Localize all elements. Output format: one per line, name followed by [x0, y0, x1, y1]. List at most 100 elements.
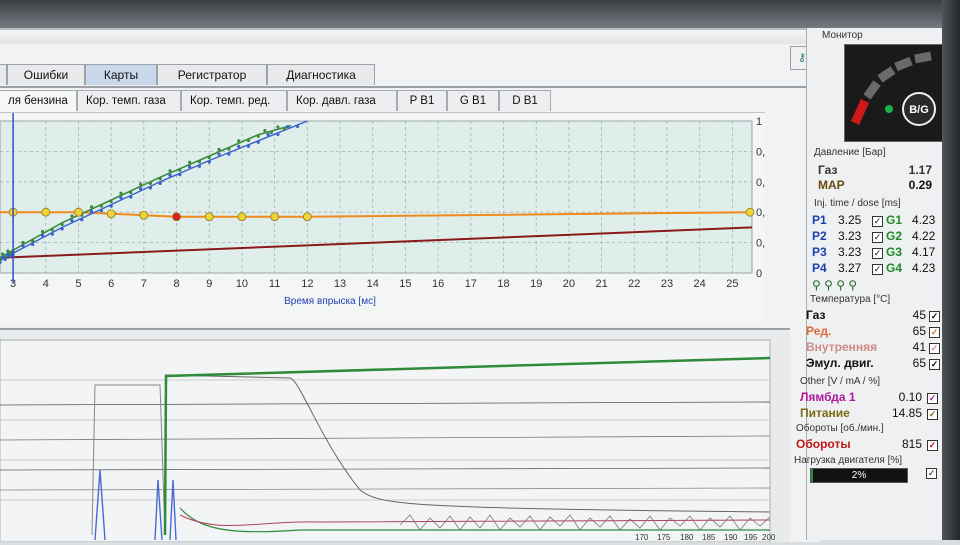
data-point: [31, 239, 35, 243]
inj-p1-label: P1: [812, 213, 827, 227]
y-tick-label: 0,6: [756, 177, 765, 189]
data-point: [109, 199, 113, 204]
tabs-divider: [0, 86, 820, 88]
data-point: [1, 255, 5, 259]
temp-internal-row: Внутренняя 41 ✓: [806, 340, 940, 356]
osc-tick-175: 175: [657, 533, 671, 542]
data-point: [197, 160, 202, 164]
inj-g3-label: G3: [886, 245, 903, 259]
data-point: [237, 139, 241, 143]
rpm-checkbox[interactable]: ✓: [927, 440, 938, 451]
load-checkbox[interactable]: ✓: [926, 468, 937, 479]
tab-diagnostics[interactable]: Диагностика: [267, 64, 375, 85]
data-point: [266, 132, 270, 137]
subtab-petrol[interactable]: ля бензина: [0, 90, 77, 111]
data-point: [119, 191, 123, 195]
data-point: [246, 138, 251, 143]
subtab-gas-press-corr[interactable]: Кор. давл. газа: [287, 90, 397, 111]
data-point: [31, 242, 35, 247]
data-point: [148, 181, 152, 185]
map-chart[interactable]: 3 4 5 6 7 8 9 10 11 12 13 14 15 16 17 18 19 20 21 22 23 24 250…: [0, 81, 794, 323]
osc-tick-170: 170: [635, 533, 649, 542]
x-tick-label: 11: [269, 278, 280, 290]
x-tick-label: 23: [661, 278, 673, 290]
subtab-reducer-temp-corr[interactable]: Кор. темп. ред.: [181, 90, 287, 111]
data-point: [168, 169, 172, 173]
inj-p3-label: P3: [812, 245, 827, 259]
osc-tick-200: 200: [762, 533, 776, 542]
inj-p3-value: 3.23: [838, 245, 862, 259]
inj-p3-checkbox[interactable]: ✓: [872, 248, 883, 259]
temp-reducer-checkbox[interactable]: ✓: [929, 327, 940, 338]
osc-tick-180: 180: [680, 533, 694, 542]
inj-p2-checkbox[interactable]: ✓: [872, 232, 883, 243]
supply-checkbox[interactable]: ✓: [927, 409, 938, 420]
data-point: [269, 130, 273, 135]
data-point: [50, 232, 54, 236]
data-point: [197, 164, 202, 168]
data-point: [70, 218, 74, 223]
y-tick-label: 1: [756, 116, 762, 128]
map-point: [74, 207, 83, 217]
data-point: [227, 147, 231, 151]
tab-recorder[interactable]: Регистратор: [157, 64, 267, 85]
data-point: [50, 228, 54, 232]
data-point: [188, 165, 192, 169]
map-point: [172, 212, 181, 222]
inj-p1-checkbox[interactable]: ✓: [872, 216, 883, 227]
tab-maps[interactable]: Карты: [85, 64, 157, 85]
rpm-label: Обороты: [796, 437, 851, 451]
temp-gas-checkbox[interactable]: ✓: [929, 311, 940, 322]
data-point: [99, 204, 103, 208]
subtab-gas-temp-corr[interactable]: Кор. темп. газа: [77, 90, 181, 111]
inj-g1-label: G1: [886, 213, 903, 227]
data-point: [168, 173, 172, 177]
data-point: [286, 125, 290, 129]
injector-icons: ⚲ ⚲ ⚲ ⚲: [812, 278, 857, 292]
title-bar: [0, 30, 820, 44]
data-point: [21, 244, 25, 248]
subtab-g-b1[interactable]: G B1: [447, 90, 499, 111]
data-point: [99, 209, 103, 213]
temp-gas-label: Газ: [806, 308, 826, 322]
map-point: [139, 210, 149, 220]
lambda-value: 0.10: [898, 390, 922, 404]
temp-engine-emul-checkbox[interactable]: ✓: [929, 359, 940, 370]
data-point: [207, 155, 211, 160]
oscilloscope-plot[interactable]: 170 175 180 185 190 195 200: [0, 330, 790, 543]
data-point: [217, 152, 221, 156]
data-point: [129, 195, 133, 199]
subtab-d-b1[interactable]: D B1: [499, 90, 551, 111]
temp-internal-checkbox[interactable]: ✓: [929, 343, 940, 354]
supply-value: 14.85: [891, 406, 922, 420]
pressure-gas-label: Газ: [818, 163, 838, 177]
supply-label: Питание: [800, 406, 850, 420]
map-point: [41, 207, 51, 217]
inj-p2-value: 3.23: [838, 229, 862, 243]
map-point: [106, 209, 116, 219]
data-point: [178, 173, 182, 177]
supply-row: Питание 14.85 ✓: [800, 406, 940, 422]
osc-tick-195: 195: [744, 533, 758, 542]
x-tick-label: 19: [530, 278, 542, 290]
data-point: [60, 227, 64, 231]
inj-row-2: P2 3.23 ✓ G2 4.22: [812, 229, 942, 245]
temp-gas-value: 45: [912, 308, 926, 322]
tab-edge: [0, 64, 7, 85]
tab-errors[interactable]: Ошибки: [7, 64, 85, 85]
map-point: [270, 212, 280, 222]
lambda-checkbox[interactable]: ✓: [927, 393, 938, 404]
rpm-header: Обороты [об./мин.]: [796, 423, 884, 434]
inj-row-1: P1 3.25 ✓ G1 4.23: [812, 213, 942, 229]
map-point: [204, 212, 214, 222]
inj-p4-checkbox[interactable]: ✓: [872, 264, 883, 275]
subtab-p-b1[interactable]: P B1: [397, 90, 447, 111]
data-point: [256, 134, 260, 138]
y-tick-label: 0,2: [756, 238, 765, 250]
inj-g4-label: G4: [886, 261, 903, 275]
data-point: [40, 233, 45, 238]
data-point: [178, 168, 182, 172]
inj-p4-value: 3.27: [838, 261, 862, 275]
temp-reducer-label: Ред.: [806, 324, 832, 338]
data-point: [119, 196, 123, 200]
